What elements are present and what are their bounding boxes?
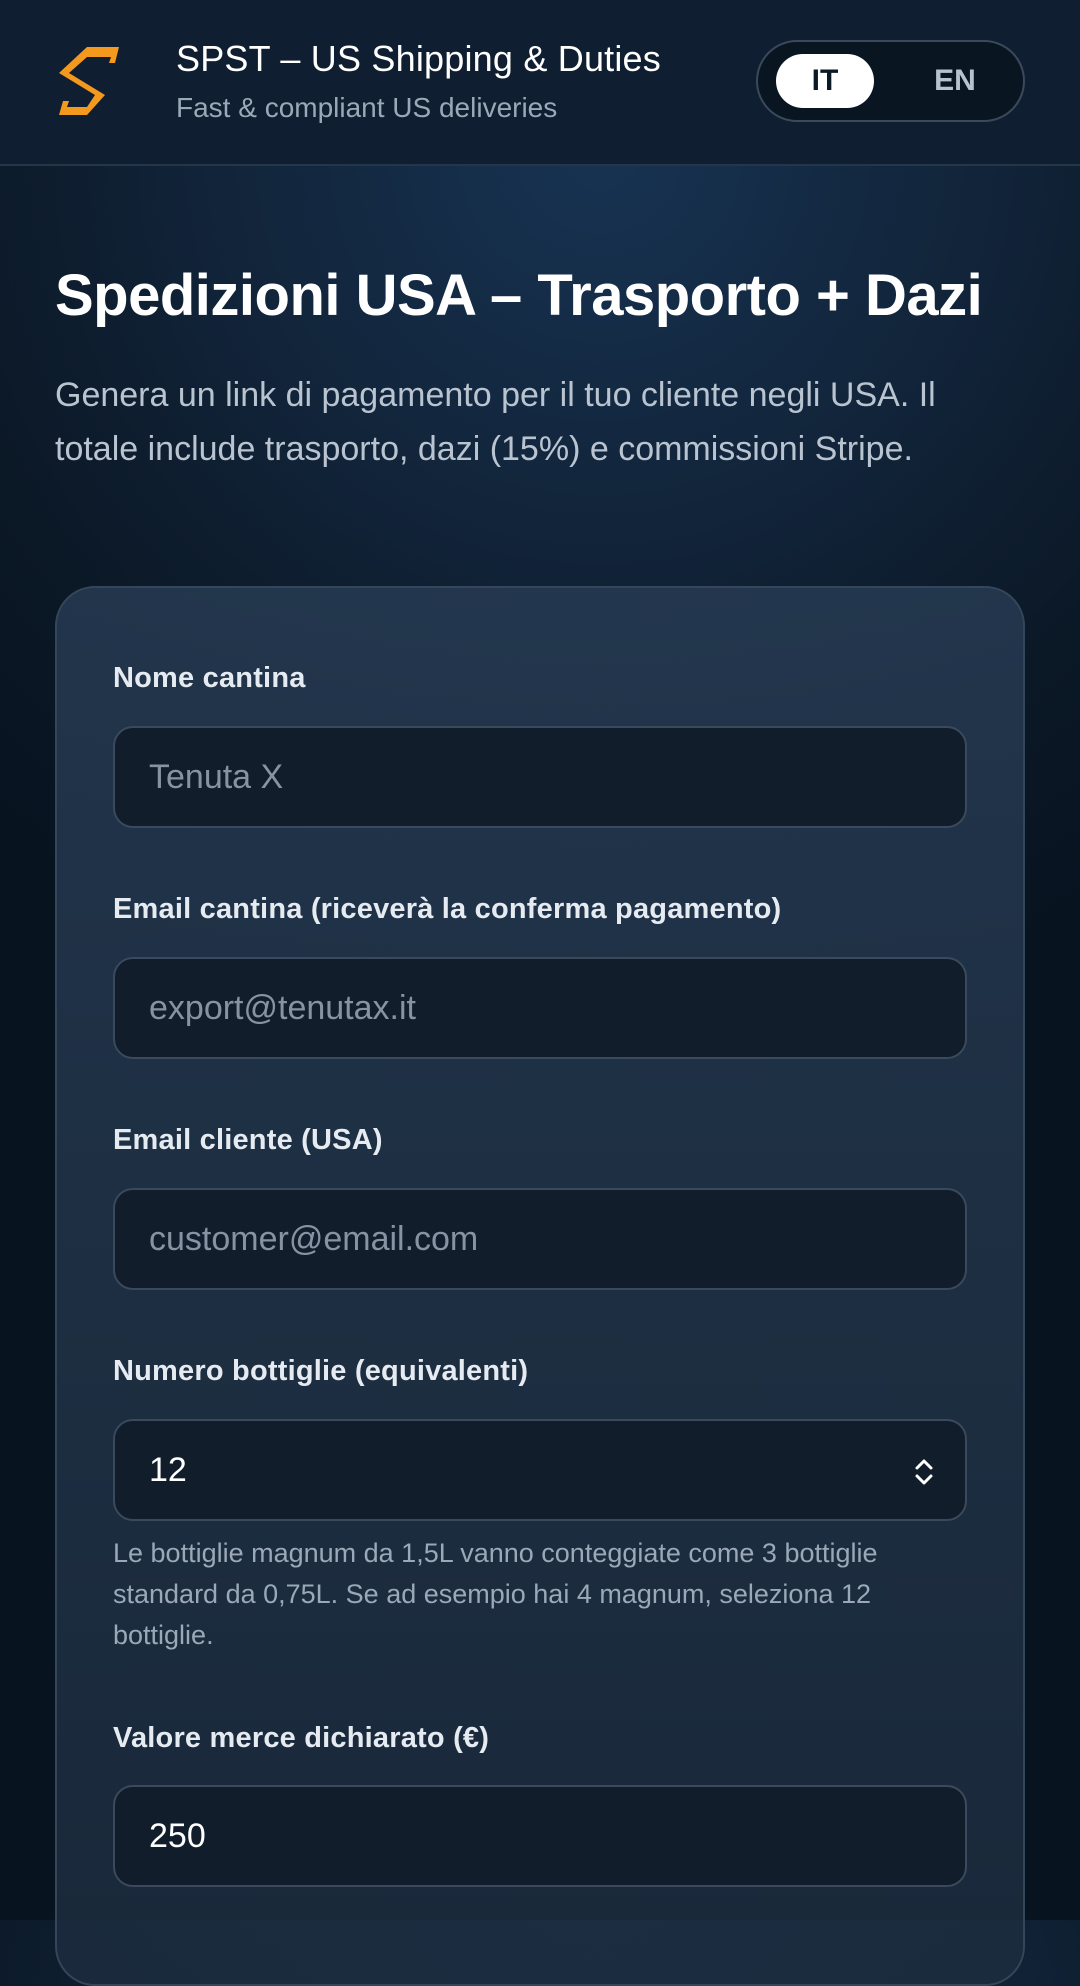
bottles-help-text: Le bottiglie magnum da 1,5L vanno conteg… — [113, 1538, 878, 1650]
winery-name-input[interactable] — [113, 726, 967, 828]
language-en-button[interactable]: EN — [906, 54, 1004, 108]
declared-value-input[interactable] — [113, 1785, 967, 1887]
language-toggle: IT EN — [756, 40, 1025, 122]
bottles-value: 12 — [149, 1450, 187, 1489]
bottles-select[interactable]: 12 — [113, 1419, 967, 1521]
winery-name-label: Nome cantina — [113, 662, 306, 694]
winery-email-input[interactable] — [113, 957, 967, 1059]
app-header: SPST – US Shipping & Duties Fast & compl… — [0, 0, 1080, 166]
declared-value-label: Valore merce dichiarato (€) — [113, 1722, 490, 1754]
customer-email-input[interactable] — [113, 1188, 967, 1290]
language-it-button[interactable]: IT — [776, 54, 874, 108]
customer-email-label: Email cliente (USA) — [113, 1124, 383, 1156]
brand-subtitle: Fast & compliant US deliveries — [176, 92, 558, 123]
winery-email-label: Email cantina (riceverà la conferma paga… — [113, 893, 782, 925]
page-title: Spedizioni USA – Trasporto + Dazi — [55, 263, 983, 328]
brand-title: SPST – US Shipping & Duties — [176, 38, 661, 79]
spst-logo-icon — [59, 47, 119, 115]
bottles-label: Numero bottiglie (equivalenti) — [113, 1355, 529, 1387]
chevron-up-down-icon — [915, 1459, 933, 1485]
page-intro: Genera un link di pagamento per il tuo c… — [55, 376, 936, 468]
